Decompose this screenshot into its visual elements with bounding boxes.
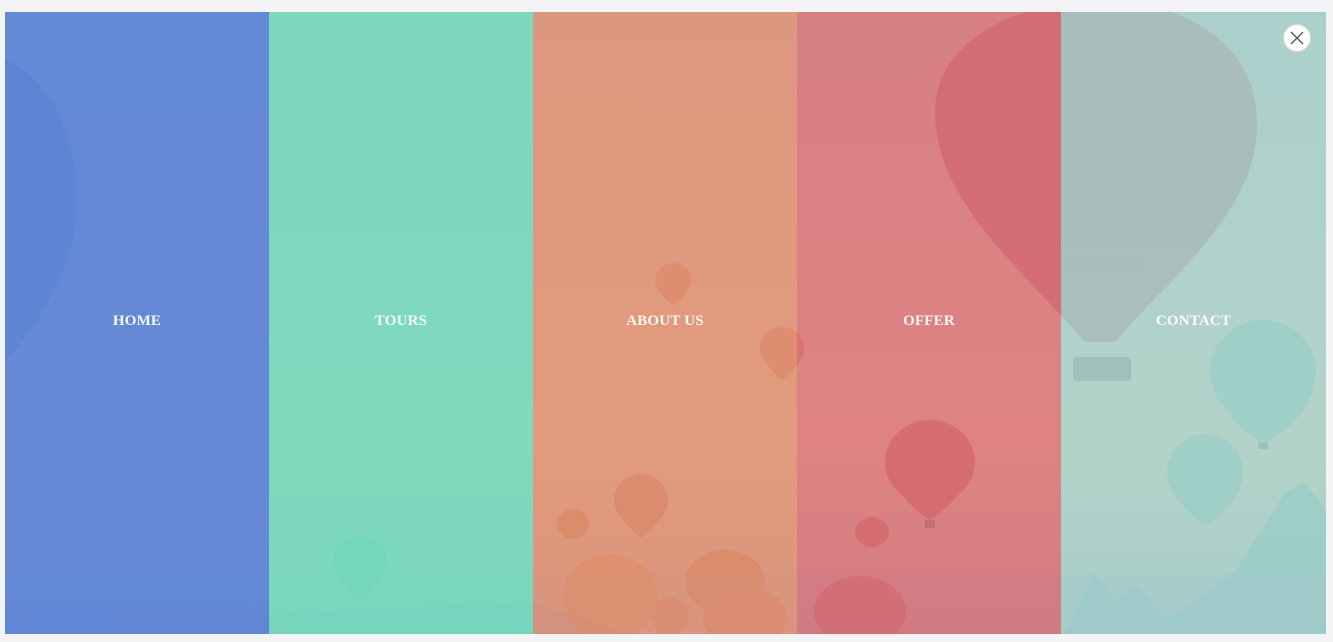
fullscreen-nav-menu: HOME TOURS ABOUT US OFFER CONTACT (5, 12, 1326, 634)
menu-item-about-us[interactable]: ABOUT US (533, 12, 797, 634)
menu-item-label: TOURS (374, 312, 428, 329)
menu-item-label: ABOUT US (626, 312, 704, 329)
close-button[interactable] (1283, 24, 1311, 52)
menu-item-offer[interactable]: OFFER (797, 12, 1061, 634)
fullscreen-menu-overlay: HOME TOURS ABOUT US OFFER CONTACT (5, 12, 1326, 634)
menu-item-label: OFFER (903, 312, 955, 329)
menu-item-home[interactable]: HOME (5, 12, 269, 634)
menu-item-contact[interactable]: CONTACT (1061, 12, 1326, 634)
menu-item-label: CONTACT (1155, 312, 1232, 329)
close-icon (1290, 31, 1304, 45)
menu-item-label: HOME (112, 312, 162, 329)
menu-item-tours[interactable]: TOURS (269, 12, 533, 634)
